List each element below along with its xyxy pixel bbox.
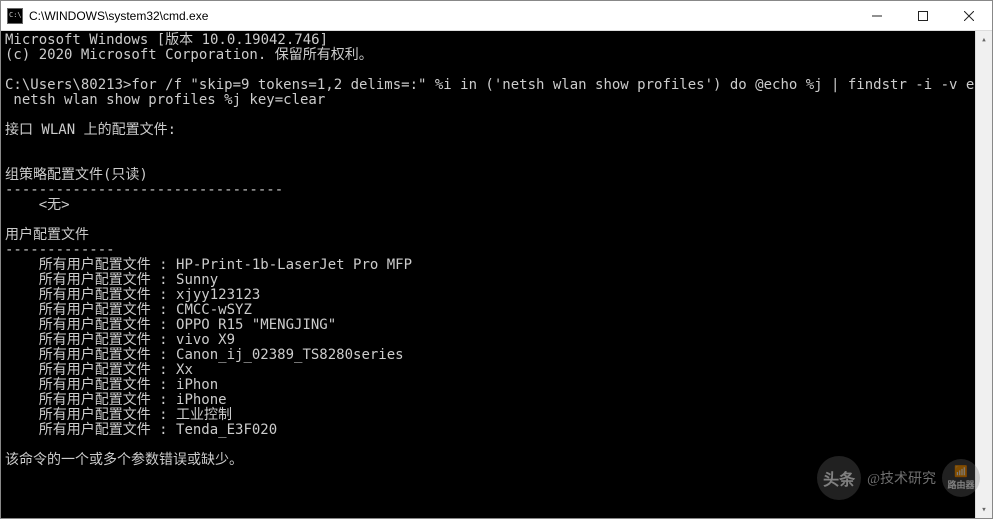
profile-row: 所有用户配置文件 : HP-Print-1b-LaserJet Pro MFP [5,257,412,273]
titlebar[interactable]: C:\WINDOWS\system32\cmd.exe [1,1,992,31]
profile-row: 所有用户配置文件 : Sunny [5,272,218,288]
maximize-button[interactable] [900,1,946,30]
profile-row: 所有用户配置文件 : 工业控制 [5,407,232,423]
command-line: C:\Users\80213>for /f "skip=9 tokens=1,2… [5,77,992,93]
scroll-track[interactable] [976,48,992,501]
profile-row: 所有用户配置文件 : iPhone [5,392,227,408]
header-line: Microsoft Windows [版本 10.0.19042.746] [5,32,328,48]
profile-row: 所有用户配置文件 : Tenda_E3F020 [5,422,277,438]
cmd-icon [7,8,23,24]
scroll-up-button[interactable]: ▴ [976,31,992,48]
window-controls [854,1,992,30]
window-title: C:\WINDOWS\system32\cmd.exe [29,9,208,23]
profile-row: 所有用户配置文件 : vivo X9 [5,332,235,348]
header-line: (c) 2020 Microsoft Corporation. 保留所有权利。 [5,47,373,63]
command-line: netsh wlan show profiles %j key=clear [5,92,325,108]
scroll-down-button[interactable]: ▾ [976,501,992,518]
profile-row: 所有用户配置文件 : OPPO R15 "MENGJING" [5,317,336,333]
profile-row: 所有用户配置文件 : xjyy123123 [5,287,260,303]
section-header: 用户配置文件 [5,227,89,243]
profile-row: 所有用户配置文件 : iPhon [5,377,218,393]
vertical-scrollbar[interactable]: ▴ ▾ [975,31,992,518]
watermark: 头条 @技术研究 📶路由器 [817,456,980,500]
profile-row: 所有用户配置文件 : Xx [5,362,193,378]
cmd-window: C:\WINDOWS\system32\cmd.exe Microsoft Wi… [0,0,993,519]
divider: --------------------------------- [5,182,283,198]
divider: ------------- [5,242,115,258]
section-header: 组策略配置文件(只读) [5,167,148,183]
list-item: <无> [5,197,70,213]
watermark-brand-icon: 头条 [817,456,861,500]
close-button[interactable] [946,1,992,30]
error-message: 该命令的一个或多个参数错误或缺少。 [5,452,243,468]
profile-row: 所有用户配置文件 : CMCC-wSYZ [5,302,252,318]
router-icon: 📶路由器 [942,459,980,497]
watermark-user: @技术研究 [867,468,936,488]
section-header: 接口 WLAN 上的配置文件: [5,122,176,138]
terminal-output[interactable]: Microsoft Windows [版本 10.0.19042.746] (c… [1,31,992,518]
minimize-button[interactable] [854,1,900,30]
profile-row: 所有用户配置文件 : Canon_ij_02389_TS8280series [5,347,404,363]
